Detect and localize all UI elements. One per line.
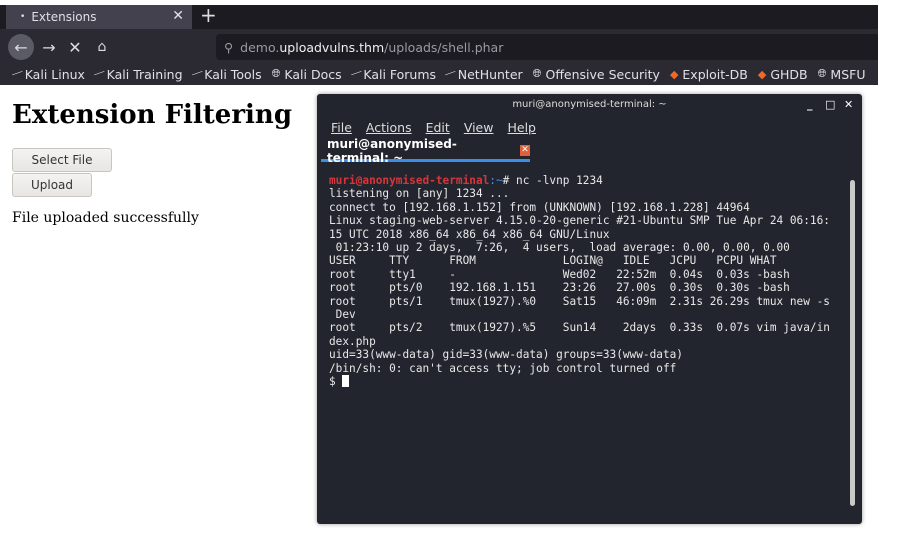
cursor bbox=[342, 375, 350, 388]
page-content: Extension Filtering Select File Upload F… bbox=[12, 100, 292, 226]
terminal-output[interactable]: muri@anonymised-terminal:~# nc -lvnp 123… bbox=[329, 174, 830, 389]
close-icon[interactable]: ✕ bbox=[844, 98, 853, 111]
exploit-db-icon: ◆ bbox=[757, 67, 767, 81]
terminal-line: /bin/sh: 0: can't access tty; job contro… bbox=[329, 361, 677, 375]
terminal-line: Linux staging-web-server 4.15.0-20-gener… bbox=[329, 214, 830, 228]
nav-bar: ← → ✕ ⌂ ⚲ demo. uploadvulns.thm/uploads/sh… bbox=[0, 30, 878, 63]
terminal-title: muri@anonymised-terminal: ~ bbox=[512, 99, 667, 110]
terminal-line: 15 UTC 2018 x86_64 x86_64 x86_64 GNU/Lin… bbox=[329, 227, 610, 241]
menu-view[interactable]: View bbox=[464, 120, 494, 135]
globe-icon: 🌐︎ bbox=[271, 67, 281, 80]
tab-title: Extensions bbox=[31, 10, 97, 24]
menu-actions[interactable]: Actions bbox=[366, 120, 412, 135]
bookmark-item[interactable]: ⟋ Kali Linux bbox=[10, 66, 85, 82]
terminal-line: Dev bbox=[329, 308, 356, 322]
terminal-menu: File Actions Edit View Help bbox=[331, 120, 536, 135]
exploit-db-icon: ◆ bbox=[669, 67, 679, 81]
globe-icon: 🌐︎ bbox=[532, 67, 542, 80]
menu-help[interactable]: Help bbox=[507, 120, 536, 135]
select-file-button[interactable]: Select File bbox=[12, 148, 112, 172]
url-bar[interactable]: ⚲ demo. uploadvulns.thm/uploads/shell.phar bbox=[216, 34, 878, 60]
globe-icon: 🌐︎ bbox=[817, 67, 827, 80]
minimize-icon[interactable]: _ bbox=[807, 98, 813, 111]
terminal-line: 01:23:10 up 2 days, 7:26, 4 users, load … bbox=[329, 241, 790, 255]
scrollbar[interactable] bbox=[850, 180, 855, 506]
bookmark-item[interactable]: ◆ Exploit-DB bbox=[670, 67, 748, 82]
terminal-line: uid=33(www-data) gid=33(www-data) groups… bbox=[329, 348, 683, 362]
kali-dragon-icon: ⟋ bbox=[10, 66, 24, 82]
bookmark-item[interactable]: ⟋ Kali Tools bbox=[190, 66, 262, 82]
page-title: Extension Filtering bbox=[12, 100, 293, 130]
terminal-line: root pts/0 192.168.1.151 23:26 27.00s 0.… bbox=[329, 281, 790, 295]
back-arrow-icon[interactable]: ← bbox=[8, 34, 34, 60]
terminal-line: root pts/2 tmux(1927).%5 Sun14 2days 0.3… bbox=[329, 321, 830, 335]
terminal-tab[interactable]: muri@anonymised-terminal: ~ ✕ bbox=[321, 137, 530, 165]
terminal-line: connect to [192.168.1.152] from (UNKNOWN… bbox=[329, 200, 750, 214]
menu-file[interactable]: File bbox=[331, 120, 352, 135]
bookmark-item[interactable]: ⟋ NetHunter bbox=[443, 66, 523, 82]
browser-chrome: • Extensions ✕ + ← → ✕ ⌂ ⚲ demo. uploadvulns… bbox=[0, 3, 878, 85]
maximize-icon[interactable]: □ bbox=[825, 98, 835, 111]
close-tab-icon[interactable]: ✕ bbox=[172, 8, 184, 24]
new-tab-button[interactable]: + bbox=[200, 3, 217, 27]
upload-button[interactable]: Upload bbox=[12, 173, 92, 197]
bookmark-item[interactable]: 🌐︎ Offensive Security bbox=[533, 67, 660, 82]
search-icon: ⚲ bbox=[224, 39, 234, 55]
bookmarks-bar: ⟋ Kali Linux ⟋ Kali Training ⟋ Kali Tools 🌐︎ Ka… bbox=[0, 63, 878, 85]
tab-extensions[interactable]: • Extensions ✕ bbox=[6, 5, 192, 29]
bookmark-item[interactable]: ◆ GHDB bbox=[758, 67, 808, 82]
kali-dragon-icon: ⟋ bbox=[443, 66, 457, 82]
terminal-line: USER TTY FROM LOGIN@ IDLE JCPU PCPU WHAT bbox=[329, 254, 777, 268]
home-icon[interactable]: ⌂ bbox=[89, 34, 115, 60]
terminal-line: root pts/1 tmux(1927).%0 Sat15 46:09m 2.… bbox=[329, 294, 830, 308]
menu-edit[interactable]: Edit bbox=[426, 120, 450, 135]
terminal-line: root tty1 - Wed02 22:52m 0.04s 0.03s -ba… bbox=[329, 267, 790, 281]
close-tab-icon[interactable]: ✕ bbox=[520, 145, 530, 156]
bookmark-item[interactable]: 🌐︎ Kali Docs bbox=[272, 67, 342, 82]
bookmark-item[interactable]: ⟋ Kali Training bbox=[92, 66, 182, 82]
terminal-line: listening on [any] 1234 ... bbox=[329, 187, 510, 201]
kali-dragon-icon: ⟋ bbox=[190, 66, 204, 82]
upload-status: File uploaded successfully bbox=[12, 210, 199, 226]
terminal-line: dex.php bbox=[329, 334, 376, 348]
kali-dragon-icon: ⟋ bbox=[349, 66, 363, 82]
bookmark-item[interactable]: ⟋ Kali Forums bbox=[349, 66, 436, 82]
tab-bar: • Extensions ✕ + bbox=[0, 3, 878, 29]
kali-dragon-icon: ⟋ bbox=[92, 66, 106, 82]
terminal-window: muri@anonymised-terminal: ~ _ □ ✕ File A… bbox=[317, 94, 862, 524]
stop-icon[interactable]: ✕ bbox=[62, 34, 88, 60]
forward-arrow-icon[interactable]: → bbox=[36, 34, 62, 60]
bookmark-item[interactable]: 🌐︎ MSFU bbox=[818, 67, 866, 82]
